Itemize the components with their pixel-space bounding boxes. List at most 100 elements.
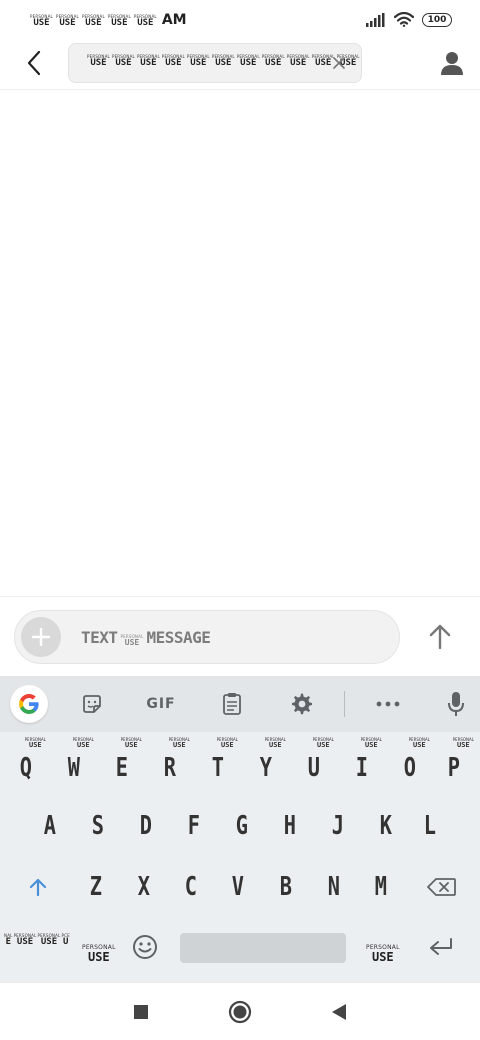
key-p[interactable]: PERSONAL USE P	[430, 734, 478, 794]
keyboard-toolbar: GIF	[0, 676, 480, 732]
wifi-icon	[394, 12, 414, 27]
enter-icon	[430, 938, 452, 955]
key-d[interactable]: D	[122, 796, 170, 856]
key-r[interactable]: PERSONAL USE R	[146, 734, 194, 794]
key-row-1: PERSONAL USE Q PERSONAL USE W PERSONAL USE E P…	[0, 734, 480, 794]
enter-key[interactable]	[428, 936, 454, 958]
emoji-key[interactable]	[132, 934, 158, 960]
clipboard-button[interactable]	[218, 688, 246, 720]
comma-key[interactable]: PERSONAL USE	[82, 934, 116, 964]
key-u[interactable]: PERSONAL USE U	[290, 734, 338, 794]
recipient-word: PERSONAL USE	[286, 54, 310, 68]
sticker-button[interactable]	[78, 688, 106, 720]
symbols-key[interactable]: NAL E PERSONAL USE PERSONAL USE PCE U	[4, 934, 70, 947]
time-word: PERSONAL USE	[30, 14, 53, 28]
status-time: PERSONAL USE PERSONAL USE PERSONAL USE PERS…	[30, 12, 187, 28]
status-icons: 100	[366, 12, 452, 27]
gif-label: GIF	[146, 696, 176, 712]
contact-icon[interactable]	[440, 50, 464, 76]
key-c[interactable]: C	[167, 857, 215, 917]
key-q[interactable]: PERSONAL USE Q	[2, 734, 50, 794]
shift-arrow-icon	[29, 878, 47, 897]
key-b[interactable]: B	[262, 857, 310, 917]
key-i[interactable]: PERSONAL USE I	[338, 734, 386, 794]
key-o[interactable]: PERSONAL USE O	[386, 734, 434, 794]
recipient-word: PERSONAL USE	[161, 54, 185, 68]
key-row-3: Z X C V B N M	[0, 857, 480, 917]
time-word: PERSONAL USE	[55, 14, 79, 28]
key-w[interactable]: PERSONAL USE W	[50, 734, 98, 794]
key-n[interactable]: N	[310, 857, 358, 917]
key-row-2: A S D F G H J K L	[0, 796, 480, 856]
send-arrow-icon[interactable]	[426, 623, 454, 651]
square-icon	[134, 1005, 148, 1019]
recipient-field[interactable]: PERSONAL USE PERSONAL USE PERSONAL USE PERS…	[68, 43, 362, 83]
recipient-word: PERSONAL USE	[136, 54, 160, 68]
clipboard-icon	[223, 693, 241, 715]
plus-icon	[32, 628, 50, 646]
google-icon[interactable]	[10, 685, 48, 723]
key-z[interactable]: Z	[72, 857, 120, 917]
nav-back-button[interactable]	[326, 999, 352, 1025]
more-icon	[376, 701, 400, 707]
key-k[interactable]: K	[362, 796, 410, 856]
comma-key-word: PERSONAL USE	[82, 944, 116, 964]
more-button[interactable]	[374, 688, 402, 720]
symbols-word: PERSONAL USE	[37, 933, 61, 947]
backspace-key[interactable]	[418, 857, 466, 917]
period-key[interactable]: PERSONAL USE	[366, 934, 400, 964]
back-arrow-icon	[27, 50, 41, 76]
status-bar: PERSONAL USE PERSONAL USE PERSONAL USE PERS…	[0, 0, 480, 44]
backspace-icon	[427, 878, 456, 896]
battery-indicator: 100	[422, 12, 452, 27]
conversation-header: PERSONAL USE PERSONAL USE PERSONAL USE PERS…	[0, 40, 480, 90]
recipient-word: PERSONAL USE	[236, 54, 260, 68]
back-button[interactable]	[20, 48, 48, 78]
recipient-text: PERSONAL USE PERSONAL USE PERSONAL USE PERS…	[87, 55, 360, 68]
time-am: AM	[161, 12, 187, 28]
key-s[interactable]: S	[74, 796, 122, 856]
recents-button[interactable]	[128, 999, 154, 1025]
key-h[interactable]: H	[266, 796, 314, 856]
time-word: PERSONAL USE	[107, 14, 131, 28]
symbols-word: NAL E	[4, 933, 13, 947]
navigation-bar	[0, 982, 480, 1040]
home-button[interactable]	[227, 999, 253, 1025]
clear-icon[interactable]	[331, 55, 347, 71]
recipient-word: PERSONAL USE	[186, 54, 210, 68]
toolbar-divider	[344, 691, 345, 717]
key-x[interactable]: X	[120, 857, 168, 917]
triangle-icon	[332, 1004, 346, 1020]
keyboard: GIF PERSONAL USE Q PERSONAL USE W PERSON…	[0, 676, 480, 982]
voice-button[interactable]	[444, 688, 468, 720]
gear-icon	[292, 693, 312, 715]
recipient-word: PERSONAL USE	[111, 54, 135, 68]
key-l[interactable]: L	[406, 796, 454, 856]
compose-area: TEXT PERSONAL USE MESSAGE	[0, 596, 480, 676]
attach-button[interactable]	[21, 617, 61, 657]
key-g[interactable]: G	[218, 796, 266, 856]
signal-icon	[366, 12, 385, 27]
gif-button[interactable]: GIF	[140, 688, 182, 720]
key-v[interactable]: V	[214, 857, 262, 917]
key-m[interactable]: M	[357, 857, 405, 917]
placeholder-word: PERSONAL USE	[120, 634, 144, 647]
settings-button[interactable]	[288, 688, 316, 720]
recipient-word: PERSONAL USE	[261, 54, 285, 68]
time-word: PERSONAL USE	[81, 14, 105, 28]
shift-key[interactable]	[14, 857, 62, 917]
key-j[interactable]: J	[314, 796, 362, 856]
symbols-word: PERSONAL USE	[13, 933, 37, 947]
space-key[interactable]	[180, 933, 346, 963]
time-word: PERSONAL USE	[133, 14, 157, 28]
key-a[interactable]: A	[26, 796, 74, 856]
message-placeholder: TEXT PERSONAL USE MESSAGE	[81, 628, 211, 647]
key-e[interactable]: PERSONAL USE E	[98, 734, 146, 794]
period-key-word: PERSONAL USE	[366, 944, 400, 964]
emoji-icon	[133, 935, 157, 959]
message-list	[0, 91, 480, 596]
key-t[interactable]: PERSONAL USE T	[194, 734, 242, 794]
message-input[interactable]: TEXT PERSONAL USE MESSAGE	[14, 610, 400, 664]
key-f[interactable]: F	[170, 796, 218, 856]
key-y[interactable]: PERSONAL USE Y	[242, 734, 290, 794]
